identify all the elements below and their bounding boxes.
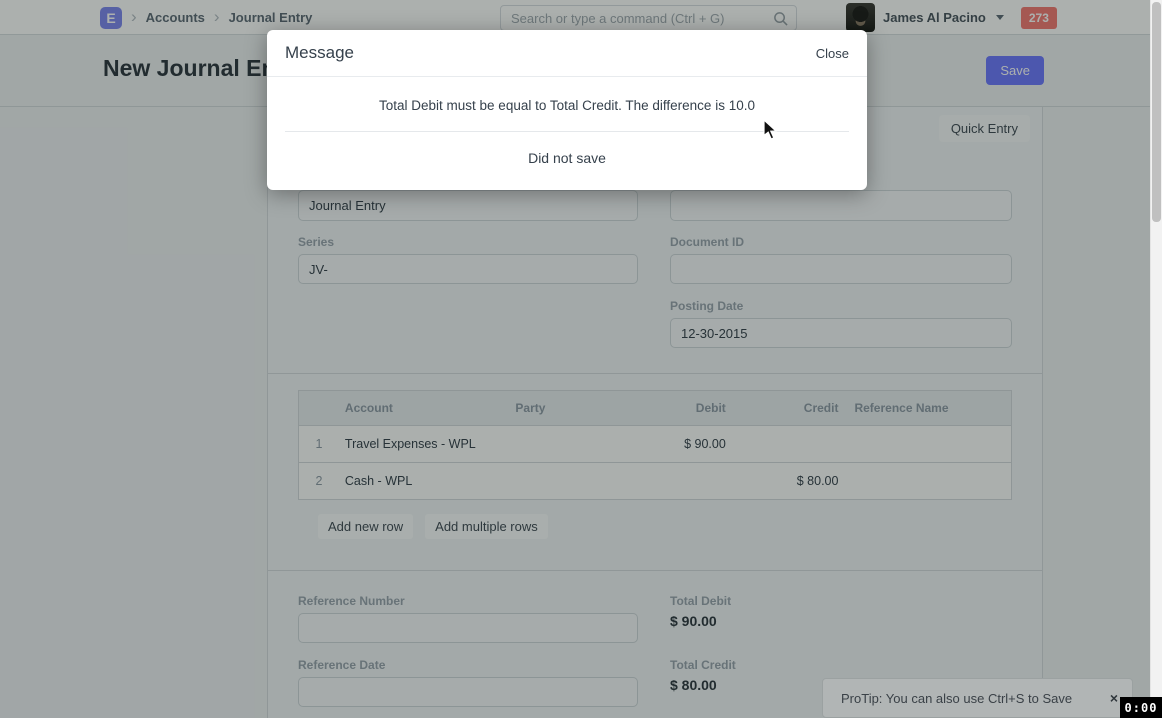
dialog-title: Message	[285, 43, 354, 63]
close-button[interactable]: Close	[816, 46, 849, 61]
dialog-message: Total Debit must be equal to Total Credi…	[285, 98, 849, 113]
protip-toast: ProTip: You can also use Ctrl+S to Save …	[822, 678, 1133, 718]
message-dialog: Message Close Total Debit must be equal …	[267, 30, 867, 190]
recording-timer: 0:00	[1120, 697, 1162, 718]
mouse-cursor	[763, 119, 779, 146]
protip-text: ProTip: You can also use Ctrl+S to Save	[841, 691, 1100, 706]
page-scrollbar[interactable]	[1150, 0, 1162, 718]
close-icon[interactable]: ×	[1110, 690, 1118, 706]
dialog-status-text: Did not save	[285, 150, 849, 166]
scrollbar-thumb[interactable]	[1152, 2, 1161, 222]
